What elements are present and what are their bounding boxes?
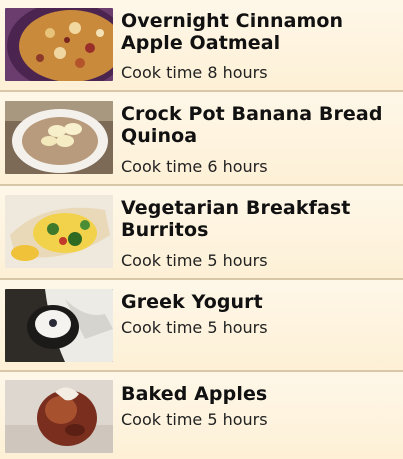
yogurt-photo-icon [5, 289, 113, 362]
recipe-row[interactable]: Crock Pot Banana Bread Quinoa Cook time … [0, 92, 403, 186]
recipe-title: Crock Pot Banana Bread Quinoa [121, 103, 383, 147]
recipe-title: Greek Yogurt [121, 291, 263, 313]
recipe-title: Vegetarian Breakfast Burritos [121, 197, 351, 241]
recipe-row[interactable]: Baked Apples Cook time 5 hours [0, 372, 403, 459]
quinoa-photo-icon [5, 101, 113, 174]
oatmeal-photo-icon [5, 8, 113, 81]
recipe-title: Baked Apples [121, 383, 268, 405]
recipe-cook-time: Cook time 5 hours [121, 318, 268, 337]
recipe-cook-time: Cook time 6 hours [121, 157, 268, 176]
burrito-photo-icon [5, 195, 113, 268]
recipe-list: Overnight Cinnamon Apple Oatmeal Cook ti… [0, 0, 403, 459]
recipe-row[interactable]: Greek Yogurt Cook time 5 hours [0, 280, 403, 372]
baked-apple-photo-icon [5, 380, 113, 453]
recipe-cook-time: Cook time 8 hours [121, 63, 268, 82]
recipe-cook-time: Cook time 5 hours [121, 251, 268, 270]
recipe-row[interactable]: Vegetarian Breakfast Burritos Cook time … [0, 186, 403, 280]
recipe-title: Overnight Cinnamon Apple Oatmeal [121, 10, 344, 54]
recipe-cook-time: Cook time 5 hours [121, 410, 268, 429]
recipe-row[interactable]: Overnight Cinnamon Apple Oatmeal Cook ti… [0, 0, 403, 92]
